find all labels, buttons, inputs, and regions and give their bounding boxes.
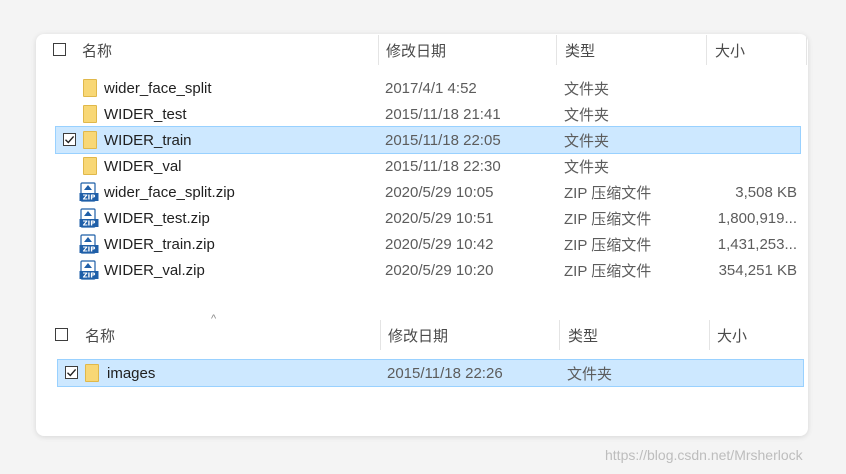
- folder-icon: [83, 105, 97, 123]
- column-header-type[interactable]: 类型: [565, 37, 705, 63]
- file-type: ZIP 压缩文件: [564, 184, 652, 202]
- file-size: 354,251 KB: [718, 261, 797, 279]
- column-header-size[interactable]: 大小: [717, 322, 797, 348]
- file-type: 文件夹: [564, 158, 610, 176]
- file-size: 1,431,253...: [717, 235, 797, 253]
- file-size: [706, 75, 797, 101]
- file-type: 文件夹: [567, 365, 613, 383]
- svg-text:ZIP: ZIP: [83, 246, 96, 254]
- column-divider[interactable]: [380, 320, 381, 350]
- file-size: [706, 127, 797, 153]
- file-date: 2015/11/18 21:41: [385, 105, 501, 123]
- row-checkbox-checked[interactable]: [65, 366, 78, 379]
- file-name: images: [107, 364, 156, 382]
- file-name: WIDER_val: [104, 157, 182, 175]
- file-name: WIDER_test: [104, 105, 187, 123]
- svg-text:ZIP: ZIP: [83, 194, 96, 202]
- file-name: WIDER_test.zip: [104, 209, 210, 227]
- file-date: 2020/5/29 10:51: [385, 209, 494, 227]
- file-type: ZIP 压缩文件: [564, 210, 652, 228]
- select-all-checkbox[interactable]: [55, 328, 68, 341]
- file-row-selected[interactable]: images 2015/11/18 22:26 文件夹: [57, 359, 804, 387]
- file-size: 3,508 KB: [735, 183, 797, 201]
- file-row[interactable]: ZIP WIDER_test.zip 2020/5/29 10:51 ZIP 压…: [56, 205, 800, 231]
- svg-text:ZIP: ZIP: [83, 220, 96, 228]
- file-row-selected[interactable]: WIDER_train 2015/11/18 22:05 文件夹: [55, 126, 801, 154]
- column-header-date[interactable]: 修改日期: [388, 322, 558, 348]
- file-type: 文件夹: [564, 80, 610, 98]
- column-header-type[interactable]: 类型: [568, 322, 708, 348]
- zip-archive-icon: ZIP: [79, 208, 99, 228]
- file-date: 2017/4/1 4:52: [385, 79, 477, 97]
- column-divider[interactable]: [709, 320, 710, 350]
- file-date: 2015/11/18 22:05: [385, 131, 501, 149]
- file-type: 文件夹: [564, 106, 610, 124]
- file-row[interactable]: WIDER_val 2015/11/18 22:30 文件夹: [56, 153, 800, 179]
- file-explorer-panel: 名称 修改日期 类型 大小 wider_face_split 2017/4/1 …: [36, 34, 808, 436]
- svg-text:ZIP: ZIP: [83, 272, 96, 280]
- folder-icon: [83, 79, 97, 97]
- zip-archive-icon: ZIP: [79, 182, 99, 202]
- folder-icon: [85, 364, 99, 382]
- column-divider[interactable]: [806, 35, 807, 65]
- column-divider[interactable]: [706, 35, 707, 65]
- file-type: ZIP 压缩文件: [564, 236, 652, 254]
- file-row[interactable]: ZIP WIDER_val.zip 2020/5/29 10:20 ZIP 压缩…: [56, 257, 800, 283]
- file-type: 文件夹: [564, 132, 610, 150]
- column-header-row: 名称 修改日期 类型 大小: [44, 35, 808, 65]
- zip-archive-icon: ZIP: [79, 234, 99, 254]
- column-header-name[interactable]: 名称: [82, 37, 372, 63]
- column-header-date[interactable]: 修改日期: [386, 37, 556, 63]
- file-date: 2020/5/29 10:42: [385, 235, 494, 253]
- column-divider[interactable]: [559, 320, 560, 350]
- folder-icon: [83, 157, 97, 175]
- file-name: wider_face_split.zip: [104, 183, 235, 201]
- file-row[interactable]: wider_face_split 2017/4/1 4:52 文件夹: [56, 75, 800, 101]
- file-name: WIDER_val.zip: [104, 261, 205, 279]
- column-header-name[interactable]: 名称: [85, 322, 375, 348]
- row-checkbox-checked[interactable]: [63, 133, 76, 146]
- column-divider[interactable]: [556, 35, 557, 65]
- column-header-size[interactable]: 大小: [715, 37, 795, 63]
- file-row[interactable]: ZIP WIDER_train.zip 2020/5/29 10:42 ZIP …: [56, 231, 800, 257]
- file-size: [709, 360, 800, 386]
- file-date: 2020/5/29 10:05: [385, 183, 494, 201]
- file-size: [706, 101, 797, 127]
- file-name: WIDER_train.zip: [104, 235, 215, 253]
- file-size: 1,800,919...: [717, 209, 797, 227]
- zip-archive-icon: ZIP: [79, 260, 99, 280]
- column-header-row: 名称 修改日期 类型 大小: [44, 320, 808, 350]
- file-date: 2020/5/29 10:20: [385, 261, 494, 279]
- select-all-checkbox[interactable]: [53, 43, 66, 56]
- file-date: 2015/11/18 22:30: [385, 157, 501, 175]
- file-size: [706, 153, 797, 179]
- file-row[interactable]: WIDER_test 2015/11/18 21:41 文件夹: [56, 101, 800, 127]
- file-name: WIDER_train: [104, 131, 192, 149]
- watermark-text: https://blog.csdn.net/Mrsherlock: [605, 447, 803, 463]
- file-date: 2015/11/18 22:26: [387, 364, 503, 382]
- file-type: ZIP 压缩文件: [564, 262, 652, 280]
- file-name: wider_face_split: [104, 79, 212, 97]
- folder-icon: [83, 131, 97, 149]
- column-divider[interactable]: [378, 35, 379, 65]
- file-row[interactable]: ZIP wider_face_split.zip 2020/5/29 10:05…: [56, 179, 800, 205]
